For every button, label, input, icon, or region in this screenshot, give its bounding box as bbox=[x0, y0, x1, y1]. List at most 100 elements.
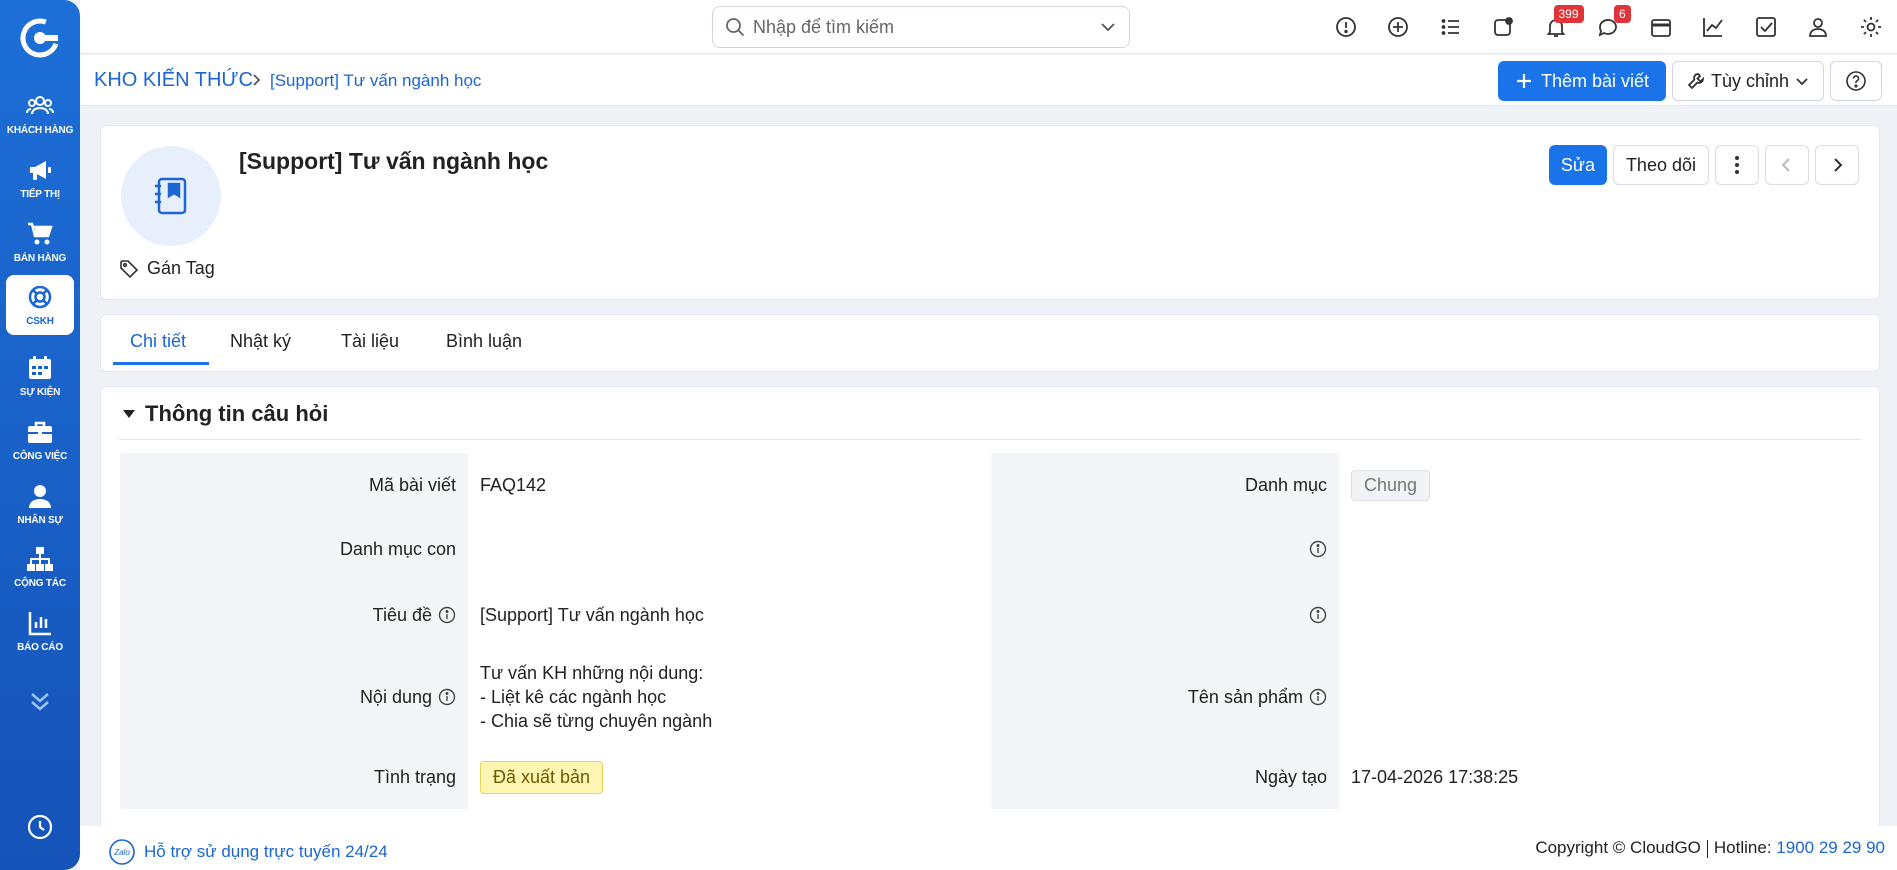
field-label-subcategory: Danh mục con bbox=[120, 517, 468, 581]
calendar-outline-icon bbox=[1650, 19, 1671, 37]
field-label-created-date: Ngày tạo bbox=[991, 745, 1339, 809]
record-title: [Support] Tư vấn ngành học bbox=[239, 148, 549, 174]
info-icon[interactable] bbox=[438, 606, 456, 624]
cloudgo-logo[interactable] bbox=[20, 18, 60, 58]
search-input[interactable] bbox=[753, 16, 1099, 38]
record-avatar bbox=[121, 146, 221, 246]
zalo-logo-text: Zalo bbox=[113, 848, 130, 857]
analytics-button[interactable] bbox=[1687, 0, 1740, 54]
assign-tag-label: Gán Tag bbox=[147, 258, 215, 278]
briefcase-icon bbox=[28, 421, 52, 443]
add-article-button[interactable]: Thêm bài viết bbox=[1498, 61, 1666, 101]
sidebar-item-sales[interactable]: BÁN HÀNG bbox=[6, 212, 74, 272]
active-tab-indicator bbox=[113, 362, 209, 365]
notification-count-badge: 399 bbox=[1553, 5, 1584, 23]
field-value-title: [Support] Tư vấn ngành học bbox=[480, 604, 704, 625]
copyright-text: Copyright © CloudGO bbox=[1535, 838, 1701, 857]
field-label-text: Ngày tạo bbox=[1254, 766, 1327, 787]
field-value-status: Đã xuất bản bbox=[480, 745, 604, 809]
info-icon[interactable] bbox=[1309, 606, 1327, 624]
list-button[interactable] bbox=[1425, 0, 1478, 54]
edit-button[interactable]: Sửa bbox=[1548, 145, 1607, 185]
customize-button[interactable]: Tùy chỉnh bbox=[1672, 61, 1824, 101]
content-line: - Liệt kê các ngành học bbox=[480, 687, 667, 707]
info-icon[interactable] bbox=[1309, 688, 1327, 706]
sidebar-item-label: SỰ KIỆN bbox=[19, 387, 61, 398]
breadcrumb-root[interactable]: KHO KIẾN THỨC bbox=[94, 69, 253, 92]
add-article-label: Thêm bài viết bbox=[1540, 70, 1650, 91]
customize-label: Tùy chỉnh bbox=[1710, 70, 1790, 91]
chevron-down-icon[interactable] bbox=[1099, 18, 1117, 36]
next-record-button[interactable] bbox=[1815, 145, 1859, 185]
field-label-content: Nội dung bbox=[120, 649, 468, 745]
breadcrumb-current[interactable]: [Support] Tư vấn ngành học bbox=[270, 71, 481, 91]
sidebar-item-cskh[interactable]: CSKH bbox=[6, 275, 74, 335]
top-bar: 399 6 bbox=[80, 0, 1897, 54]
field-value-category: Chung bbox=[1351, 453, 1431, 517]
global-search[interactable] bbox=[712, 6, 1130, 48]
section-header[interactable]: Thông tin câu hỏi bbox=[123, 401, 328, 427]
info-icon[interactable] bbox=[438, 688, 456, 706]
plus-circle-icon bbox=[1388, 17, 1409, 37]
sidebar-item-marketing[interactable]: TIẾP THỊ bbox=[6, 148, 74, 208]
tab-comments[interactable]: Bình luận bbox=[446, 331, 522, 352]
category-tag: Chung bbox=[1351, 469, 1431, 501]
history-icon[interactable] bbox=[26, 813, 54, 841]
top-icon-group: 399 6 bbox=[1320, 0, 1897, 54]
field-label-product-name: Tên sản phẩm bbox=[991, 649, 1339, 745]
follow-button[interactable]: Theo dõi bbox=[1612, 145, 1709, 185]
alert-button[interactable] bbox=[1320, 0, 1373, 54]
previous-record-button[interactable] bbox=[1765, 145, 1809, 185]
online-support-text: Hỗ trợ sử dụng trực tuyến 24/24 bbox=[144, 842, 388, 861]
field-value-content: Tư vấn KH những nội dung: - Liệt kê các … bbox=[480, 649, 712, 745]
chevron-down-icon bbox=[1796, 78, 1808, 86]
kebab-menu-icon bbox=[1735, 156, 1739, 174]
report-icon bbox=[28, 612, 51, 636]
info-icon[interactable] bbox=[1309, 540, 1327, 558]
settings-button[interactable] bbox=[1845, 0, 1897, 54]
messages-button[interactable]: 6 bbox=[1582, 0, 1635, 54]
footer-divider bbox=[1706, 839, 1708, 858]
record-tabs: Chi tiết Nhật ký Tài liệu Bình luận bbox=[100, 314, 1880, 372]
line-chart-icon bbox=[1703, 18, 1723, 37]
online-support-link[interactable]: Zalo Hỗ trợ sử dụng trực tuyến 24/24 bbox=[108, 838, 388, 866]
question-circle-icon bbox=[1846, 71, 1866, 91]
profile-button[interactable] bbox=[1792, 0, 1845, 54]
users-icon bbox=[26, 96, 54, 115]
sidebar-item-events[interactable]: SỰ KIỆN bbox=[6, 346, 74, 406]
sidebar-item-customers[interactable]: KHÁCH HÀNG bbox=[6, 84, 74, 144]
assign-tag-button[interactable]: Gán Tag bbox=[119, 258, 215, 279]
expand-more-icon[interactable] bbox=[26, 690, 54, 714]
sidebar-item-label: BÁN HÀNG bbox=[13, 253, 67, 264]
square-dot-icon bbox=[1494, 17, 1514, 36]
tab-details[interactable]: Chi tiết bbox=[130, 331, 186, 352]
updates-button[interactable] bbox=[1477, 0, 1530, 54]
checkbox-icon bbox=[1755, 17, 1776, 37]
quick-create-button[interactable] bbox=[1372, 0, 1425, 54]
sidebar-item-hr[interactable]: NHÂN SỰ bbox=[6, 474, 74, 534]
help-button[interactable] bbox=[1830, 61, 1882, 101]
record-actions: Sửa Theo dõi bbox=[1548, 145, 1859, 185]
more-actions-button[interactable] bbox=[1715, 145, 1759, 185]
user-icon bbox=[1809, 18, 1828, 37]
chevron-right-icon bbox=[1834, 158, 1843, 172]
megaphone-icon bbox=[30, 161, 51, 180]
field-label-text: Nội dung bbox=[359, 686, 432, 707]
record-header-card: [Support] Tư vấn ngành học Gán Tag Sửa T… bbox=[100, 125, 1880, 300]
field-label-text: Tiêu đề bbox=[372, 604, 432, 625]
hotline-number[interactable]: 1900 29 29 90 bbox=[1776, 838, 1885, 857]
calendar-button[interactable] bbox=[1635, 0, 1688, 54]
field-label-text: Danh mục bbox=[1244, 474, 1327, 495]
person-icon bbox=[29, 485, 51, 508]
field-value-created-date: 17-04-2026 17:38:25 bbox=[1351, 766, 1519, 787]
sidebar-item-collab[interactable]: CỘNG TÁC bbox=[6, 537, 74, 597]
tab-log[interactable]: Nhật ký bbox=[230, 331, 291, 352]
plus-icon bbox=[1516, 74, 1531, 88]
sidebar-item-reports[interactable]: BÁO CÁO bbox=[6, 601, 74, 661]
notifications-button[interactable]: 399 bbox=[1530, 0, 1584, 54]
question-info-section: Thông tin câu hỏi Mã bài viết FAQ142 Dan… bbox=[100, 386, 1880, 826]
sidebar: KHÁCH HÀNG TIẾP THỊ BÁN HÀNG CSKH SỰ KIỆ… bbox=[0, 0, 80, 870]
sidebar-item-tasks[interactable]: CÔNG VIỆC bbox=[6, 410, 74, 470]
tab-documents[interactable]: Tài liệu bbox=[341, 331, 399, 352]
tasks-button[interactable] bbox=[1740, 0, 1793, 54]
